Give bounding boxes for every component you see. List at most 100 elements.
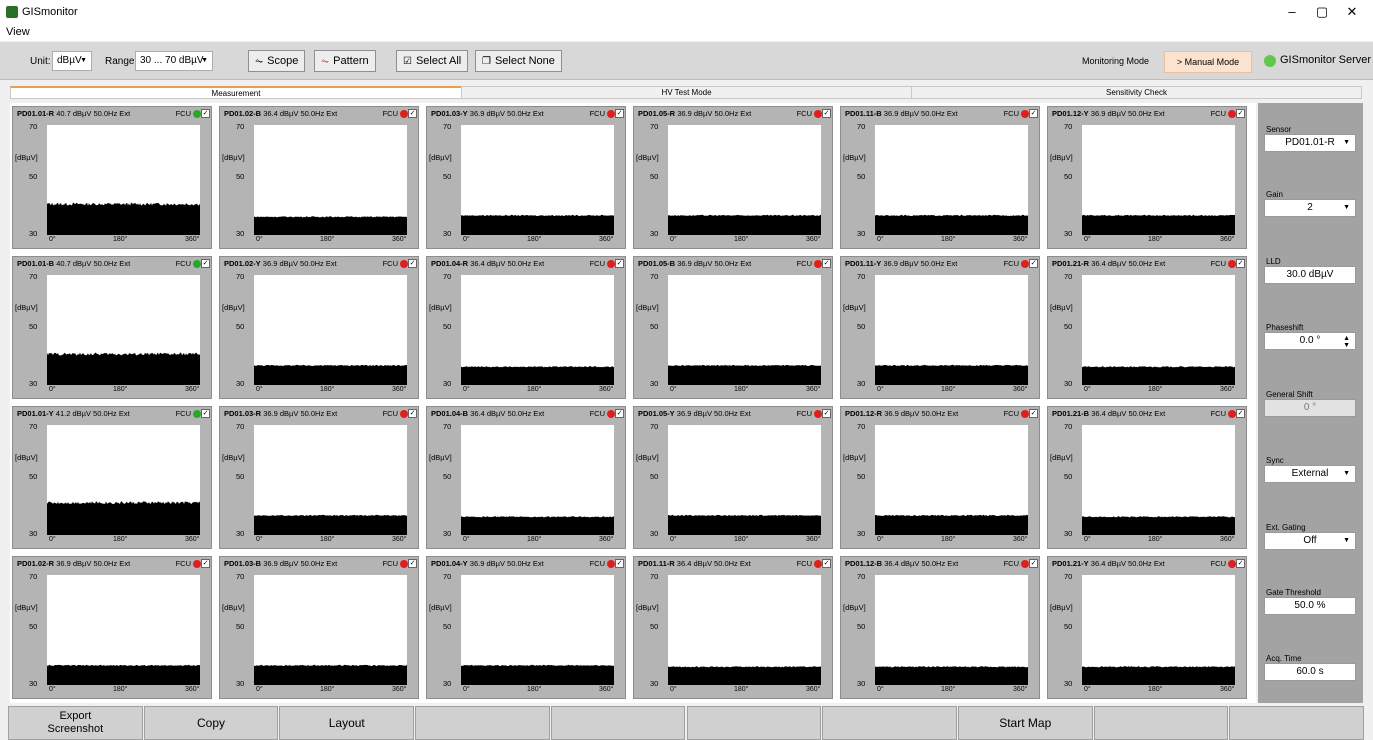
panel-checkbox[interactable]: ✓: [201, 409, 210, 418]
panel-checkbox[interactable]: ✓: [1236, 259, 1245, 268]
sensor-panel[interactable]: PD01.02-B 36.4 dBµV 50.0Hz Ext FCU ✓ 70 [dBµ…: [219, 106, 419, 249]
export-screenshot-button[interactable]: Export Screenshot: [8, 706, 143, 740]
panel-title: PD01.11-B 36.9 dBµV 50.0Hz Ext: [845, 109, 958, 118]
select-none-button[interactable]: ❐ Select None: [475, 50, 562, 72]
gain-select[interactable]: 2 ▼: [1264, 199, 1356, 217]
panel-checkbox[interactable]: ✓: [615, 259, 624, 268]
panel-checkbox[interactable]: ✓: [1236, 559, 1245, 568]
sync-select[interactable]: External ▼: [1264, 465, 1356, 483]
sensor-panel[interactable]: PD01.03-Y 36.9 dBµV 50.0Hz Ext FCU ✓ 70 [dBµ…: [426, 106, 626, 249]
y-axis-mid: 50: [857, 172, 866, 181]
noise-floor-area: [47, 501, 200, 535]
panel-checkbox[interactable]: ✓: [408, 109, 417, 118]
manual-mode-button[interactable]: > Manual Mode: [1164, 51, 1252, 73]
panel-checkbox[interactable]: ✓: [201, 559, 210, 568]
sensor-panel[interactable]: PD01.01-B 40.7 dBµV 50.0Hz Ext FCU ✓ 70 [dBµ…: [12, 256, 212, 399]
pattern-button[interactable]: ⏦ Pattern: [314, 50, 376, 72]
panel-checkbox[interactable]: ✓: [1236, 109, 1245, 118]
panel-checkbox[interactable]: ✓: [408, 259, 417, 268]
panel-checkbox[interactable]: ✓: [822, 409, 831, 418]
sensor-panel[interactable]: PD01.05-Y 36.9 dBµV 50.0Hz Ext FCU ✓ 70 [dBµ…: [633, 406, 833, 549]
close-button[interactable]: ✕: [1342, 4, 1362, 20]
panel-checkbox[interactable]: ✓: [615, 109, 624, 118]
footer-empty-button[interactable]: [1229, 706, 1364, 740]
spinner-arrows-icon[interactable]: ▲ ▼: [1343, 335, 1350, 349]
unit-select[interactable]: dBµV ▼: [52, 51, 92, 71]
y-axis-unit: [dBµV]: [843, 303, 866, 312]
sensor-panel[interactable]: PD01.03-B 36.9 dBµV 50.0Hz Ext FCU ✓ 70 [dBµ…: [219, 556, 419, 699]
sensor-panel[interactable]: PD01.12-Y 36.9 dBµV 50.0Hz Ext FCU ✓ 70 [dBµ…: [1047, 106, 1247, 249]
sensor-panel[interactable]: PD01.21-R 36.4 dBµV 50.0Hz Ext FCU ✓ 70 [dBµ…: [1047, 256, 1247, 399]
footer-empty-button[interactable]: [550, 706, 686, 740]
panel-checkbox[interactable]: ✓: [822, 559, 831, 568]
sensor-panel[interactable]: PD01.01-Y 41.2 dBµV 50.0Hz Ext FCU ✓ 70 [dBµ…: [12, 406, 212, 549]
panel-checkbox[interactable]: ✓: [1236, 409, 1245, 418]
sensor-panel[interactable]: PD01.21-Y 36.4 dBµV 50.0Hz Ext FCU ✓ 70 [dBµ…: [1047, 556, 1247, 699]
x-axis-tick: 360°: [1013, 536, 1028, 543]
x-axis-tick: 360°: [392, 686, 407, 693]
range-select[interactable]: 30 ... 70 dBµV ▼: [135, 51, 213, 71]
sensor-select[interactable]: PD01.01-R ▼: [1264, 134, 1356, 152]
panel-title: PD01.21-B 36.4 dBµV 50.0Hz Ext: [1052, 409, 1165, 418]
sensor-panel[interactable]: PD01.04-R 36.4 dBµV 50.0Hz Ext FCU ✓ 70 [dBµ…: [426, 256, 626, 399]
sensor-panel[interactable]: PD01.12-R 36.9 dBµV 50.0Hz Ext FCU ✓ 70 [dBµ…: [840, 406, 1040, 549]
maximize-button[interactable]: ▢: [1312, 4, 1332, 20]
panel-checkbox[interactable]: ✓: [1029, 559, 1038, 568]
sensor-panel[interactable]: PD01.11-R 36.4 dBµV 50.0Hz Ext FCU ✓ 70 [dBµ…: [633, 556, 833, 699]
tab-hv-test-mode[interactable]: HV Test Mode: [461, 86, 912, 99]
y-axis-min: 30: [443, 529, 452, 538]
prpd-plot: [47, 275, 200, 385]
footer-empty-button[interactable]: [686, 706, 822, 740]
sensor-panel[interactable]: PD01.03-R 36.9 dBµV 50.0Hz Ext FCU ✓ 70 [dBµ…: [219, 406, 419, 549]
y-axis-mid: 50: [443, 622, 452, 631]
ext-gating-select[interactable]: Off ▼: [1264, 532, 1356, 550]
layout-button[interactable]: Layout: [279, 706, 415, 740]
panel-fcu-label: FCU: [796, 259, 812, 268]
lld-input[interactable]: 30.0 dBµV: [1264, 266, 1356, 284]
sensor-panel[interactable]: PD01.02-R 36.9 dBµV 50.0Hz Ext FCU ✓ 70 [dBµ…: [12, 556, 212, 699]
gain-value: 2: [1307, 202, 1313, 213]
sensor-panel[interactable]: PD01.11-Y 36.9 dBµV 50.0Hz Ext FCU ✓ 70 [dBµ…: [840, 256, 1040, 399]
minimize-button[interactable]: –: [1282, 4, 1302, 20]
start-map-button[interactable]: Start Map: [957, 706, 1093, 740]
panel-checkbox[interactable]: ✓: [201, 259, 210, 268]
panel-checkbox[interactable]: ✓: [1029, 259, 1038, 268]
footer-empty-button[interactable]: [415, 706, 550, 740]
panel-sensor-id: PD01.21-Y: [1052, 559, 1089, 568]
sensor-panel[interactable]: PD01.05-B 36.9 dBµV 50.0Hz Ext FCU ✓ 70 [dBµ…: [633, 256, 833, 399]
server-label[interactable]: GISmonitor Server: [1280, 54, 1371, 66]
panel-checkbox[interactable]: ✓: [1029, 109, 1038, 118]
gate-threshold-input[interactable]: 50.0 %: [1264, 597, 1356, 615]
acq-time-input[interactable]: 60.0 s: [1264, 663, 1356, 681]
footer-empty-button[interactable]: [822, 706, 957, 740]
select-all-button[interactable]: ☑ Select All: [396, 50, 469, 72]
menu-view[interactable]: View: [6, 26, 30, 38]
copy-button[interactable]: Copy: [143, 706, 279, 740]
panel-title: PD01.12-B 36.4 dBµV 50.0Hz Ext: [845, 559, 958, 568]
scope-button[interactable]: ⏦ Scope: [248, 50, 306, 72]
panel-checkbox[interactable]: ✓: [822, 109, 831, 118]
panel-checkbox[interactable]: ✓: [408, 409, 417, 418]
sensor-panel[interactable]: PD01.04-Y 36.9 dBµV 50.0Hz Ext FCU ✓ 70 [dBµ…: [426, 556, 626, 699]
panel-checkbox[interactable]: ✓: [1029, 409, 1038, 418]
sensor-panel[interactable]: PD01.01-R 40.7 dBµV 50.0Hz Ext FCU ✓ 70 [dBµ…: [12, 106, 212, 249]
tab-bar: Measurement HV Test Mode Sensitivity Che…: [10, 86, 1362, 99]
tab-sensitivity-check[interactable]: Sensitivity Check: [911, 86, 1362, 99]
tab-measurement[interactable]: Measurement: [10, 86, 462, 99]
range-label: Range:: [105, 56, 138, 67]
panel-checkbox[interactable]: ✓: [615, 409, 624, 418]
sensor-panel[interactable]: PD01.21-B 36.4 dBµV 50.0Hz Ext FCU ✓ 70 [dBµ…: [1047, 406, 1247, 549]
panel-checkbox[interactable]: ✓: [615, 559, 624, 568]
sensor-panel[interactable]: PD01.12-B 36.4 dBµV 50.0Hz Ext FCU ✓ 70 [dBµ…: [840, 556, 1040, 699]
sensor-panel[interactable]: PD01.11-B 36.9 dBµV 50.0Hz Ext FCU ✓ 70 [dBµ…: [840, 106, 1040, 249]
sensor-panel[interactable]: PD01.05-R 36.9 dBµV 50.0Hz Ext FCU ✓ 70 [dBµ…: [633, 106, 833, 249]
sensor-panel[interactable]: PD01.02-Y 36.9 dBµV 50.0Hz Ext FCU ✓ 70 [dBµ…: [219, 256, 419, 399]
sensor-panel[interactable]: PD01.04-B 36.4 dBµV 50.0Hz Ext FCU ✓ 70 [dBµ…: [426, 406, 626, 549]
status-indicator-icon: [193, 560, 201, 568]
x-axis-tick: 0°: [49, 686, 56, 693]
footer-empty-button[interactable]: [1093, 706, 1229, 740]
phaseshift-spinner[interactable]: 0.0 ° ▲ ▼: [1264, 332, 1356, 350]
panel-checkbox[interactable]: ✓: [408, 559, 417, 568]
panel-checkbox[interactable]: ✓: [822, 259, 831, 268]
panel-checkbox[interactable]: ✓: [201, 109, 210, 118]
